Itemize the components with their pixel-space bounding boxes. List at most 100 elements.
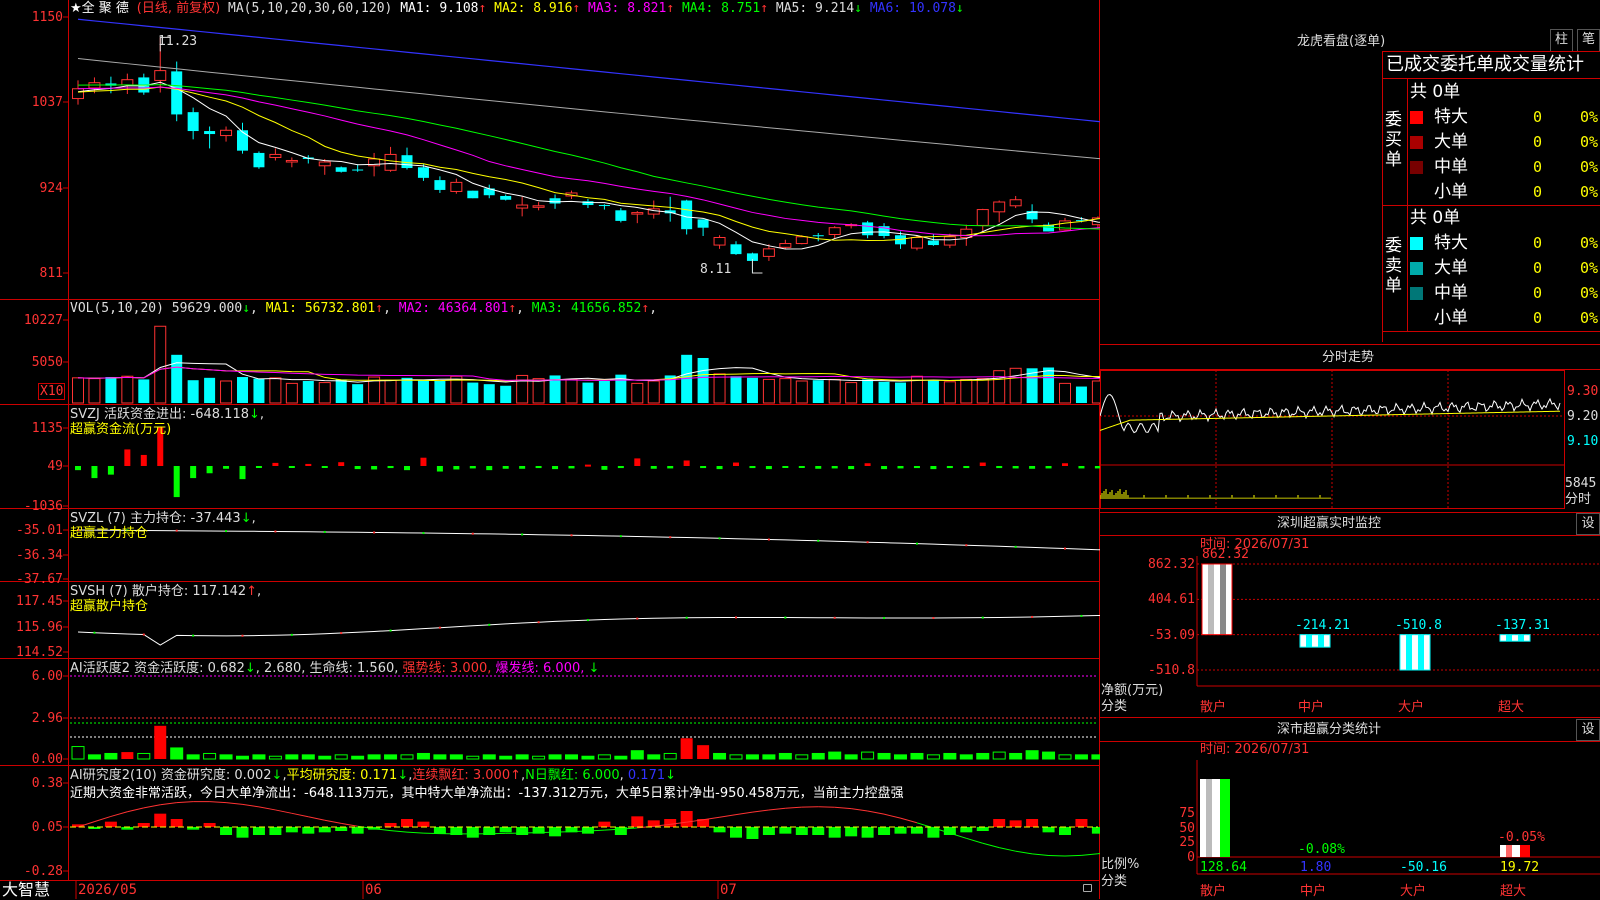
candle-body [976, 209, 989, 226]
sell-row-name: 小单 [1434, 308, 1468, 328]
buy-swatch [1410, 186, 1423, 199]
capital-flow-bar [140, 454, 147, 466]
high-label: 11.23 [158, 34, 198, 49]
research-bar [976, 827, 989, 831]
ai-active-part-1: ↓ [244, 661, 256, 676]
sz-stats-time: 时间: 2026/07/31 [1200, 742, 1310, 757]
buy-total: 共 0单 [1410, 82, 1461, 102]
sell-side-label: 单 [1385, 276, 1402, 296]
vol-ma-values: MA1: 56732.801↑, MA2: 46364.801↑, MA3: 4… [266, 301, 657, 316]
research-avg-line [571, 830, 588, 833]
svzj-header: SVZJ 活跃资金进出: -648.118↓, [70, 407, 265, 422]
capital-flow-bar [387, 466, 394, 469]
net-amount-bar-stripe [1208, 564, 1214, 635]
main-holding-dot [521, 533, 524, 536]
research-avg-line [374, 828, 391, 832]
research-avg-line [785, 806, 802, 809]
activity-bar [154, 725, 167, 759]
sell-side-label: 委 [1385, 236, 1402, 256]
candle-body [417, 167, 429, 178]
research-bar [894, 827, 907, 834]
ratio-category-3: 超大 [1500, 884, 1527, 899]
net-amount-bar [1500, 634, 1530, 642]
ma-arrow-5: ↓ [854, 1, 862, 16]
research-avg-line [1015, 850, 1033, 855]
ai-active-part-2: , 2.680, 生命线: 1.560, [255, 661, 403, 676]
research-avg-line [324, 819, 342, 824]
activity-bar [170, 747, 184, 760]
capital-flow-bar [239, 466, 246, 480]
research-bar [285, 827, 298, 833]
activity-bar [1058, 754, 1072, 760]
net-amount-value-1: -214.21 [1295, 617, 1350, 633]
retail-holding-dot [438, 626, 441, 629]
column-view-button[interactable]: 柱 [1550, 29, 1573, 52]
candle-body [598, 205, 610, 207]
capital-flow-bar [420, 457, 427, 466]
candle-body [500, 195, 512, 200]
research-avg-line [867, 810, 885, 815]
capital-flow-bar [173, 466, 180, 498]
ratio-category-1: 中户 [1300, 884, 1327, 899]
net-amount-bar-stripe [1518, 634, 1524, 642]
research-bar [993, 819, 1006, 827]
ratio-value-2: -50.16 [1400, 860, 1447, 875]
svzj-tick-0: 1135 [31, 421, 63, 436]
activity-bar [597, 754, 611, 760]
activity-bar [236, 755, 249, 760]
vol-ma-value-1: MA1: 56732.801 [265, 301, 376, 316]
activity-bar [268, 755, 282, 760]
ma-arrow-6: ↓ [955, 1, 964, 16]
intraday-price-line [1100, 393, 1561, 434]
capital-flow-bar [354, 466, 361, 470]
activity-bar [1091, 754, 1100, 760]
research-bar [417, 821, 430, 827]
tick-view-button[interactable]: 笔 [1577, 29, 1600, 52]
net-amount-bar [1202, 564, 1232, 635]
vol-ma-value-3: MA3: 41656.852 [523, 301, 642, 316]
ma-arrow-4: ↑ [760, 1, 769, 16]
volume-bar [467, 382, 479, 403]
ai-research-part-7: ↑ [510, 768, 522, 783]
capital-flow-bar [305, 463, 312, 466]
volume-bar [138, 379, 150, 403]
svsh-value: 117.142 [192, 584, 247, 599]
longhu-divider-1 [1382, 78, 1600, 79]
ai-research-part-11: 0.171 [627, 768, 666, 783]
research-avg-line [1048, 855, 1066, 857]
vol-header: VOL(5,10,20) 59629.000↓, MA1: 56732.801↑… [70, 301, 658, 316]
buy-row-pct: 0% [1580, 158, 1599, 176]
sell-row-pct: 0% [1580, 234, 1599, 252]
research-avg-line [242, 803, 260, 808]
research-avg-line [999, 847, 1016, 852]
capital-flow-bar [486, 466, 493, 471]
research-bar [137, 823, 150, 827]
ai-active-part-3: 强势线: 3.000, [402, 661, 496, 676]
net-amount-value-3: -137.31 [1495, 617, 1550, 633]
activity-bar [71, 746, 85, 760]
ai-research-part-6: 连续飘红: 3.000 [412, 768, 511, 783]
ai-research-tick-0: 0.38 [31, 776, 63, 791]
candle-body [516, 204, 529, 209]
research-bar [746, 827, 759, 839]
candle-body [220, 129, 233, 137]
svzl-header: SVZL (7) 主力持仓: -37.443↓, [70, 511, 256, 526]
research-bar [318, 827, 331, 833]
research-bar [960, 827, 973, 833]
sz-stats-settings-button[interactable]: 设 [1576, 719, 1600, 741]
volume-bar [401, 377, 413, 403]
research-avg-line [176, 801, 194, 804]
activity-bar [1042, 751, 1056, 760]
main-holding-dot [175, 529, 178, 532]
capital-flow-bar [584, 464, 591, 467]
research-bar [170, 819, 183, 827]
longhu-tabs[interactable]: 已成交委托单成交量统计 [1386, 55, 1584, 75]
sz-monitor-settings-button[interactable]: 设 [1576, 513, 1600, 535]
activity-bar [1074, 754, 1088, 760]
net-amount-bar-stripe [1506, 634, 1512, 642]
activity-bar [745, 754, 759, 760]
volume-bar [88, 378, 101, 404]
ratio-value-0: 128.64 [1200, 860, 1247, 875]
main-holding-dot [1064, 547, 1066, 550]
low-label: 8.11 [700, 262, 732, 277]
